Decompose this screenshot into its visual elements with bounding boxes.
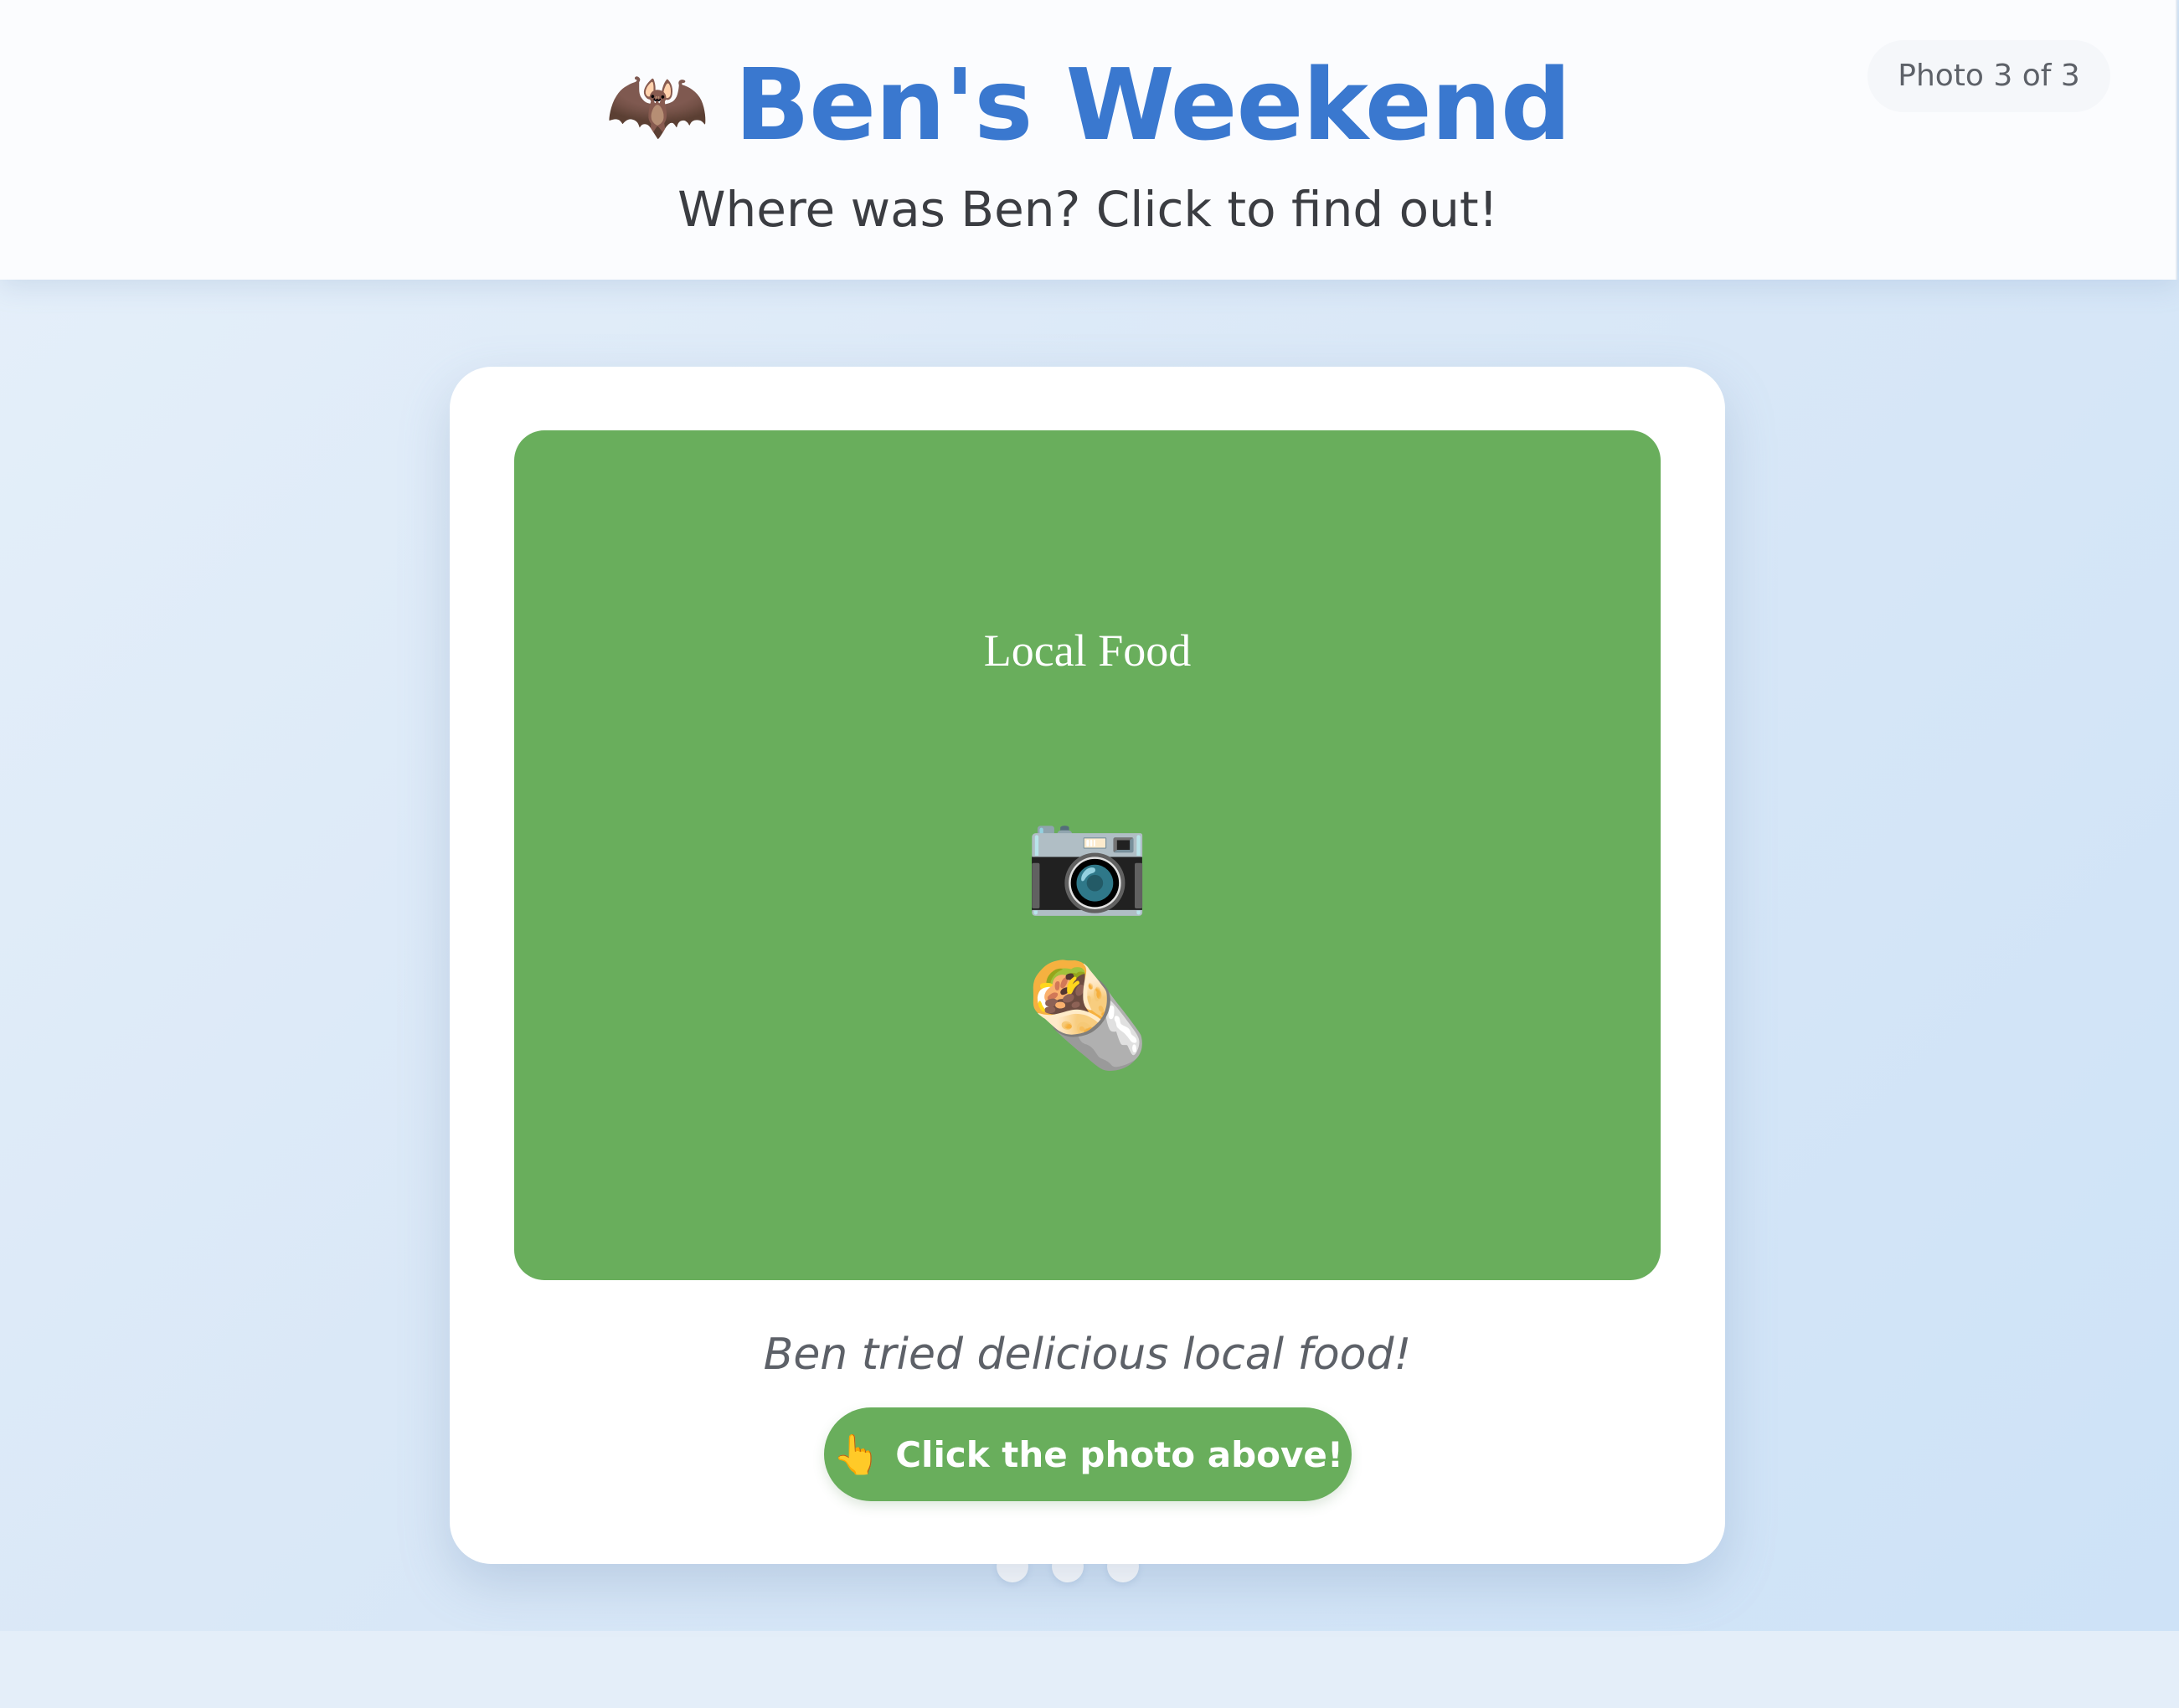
- click-photo-button[interactable]: 👆 Click the photo above!: [824, 1407, 1352, 1501]
- page-subtitle: Where was Ben? Click to find out!: [677, 181, 1498, 238]
- photo-frame[interactable]: Local Food 📷 🌯: [514, 430, 1661, 1280]
- camera-icon: 📷: [1024, 803, 1151, 919]
- footer-band: [0, 1631, 2179, 1708]
- bat-icon: 🦇: [605, 55, 710, 153]
- pointing-hand-icon: 👆: [832, 1431, 881, 1477]
- burrito-icon: 🌯: [1024, 958, 1151, 1074]
- page-title: Ben's Weekend: [734, 47, 1571, 162]
- photo-title: Local Food: [983, 625, 1192, 676]
- photo-card: Local Food 📷 🌯 Ben tried delicious local…: [450, 367, 1725, 1564]
- photo-counter-badge: Photo 3 of 3: [1867, 40, 2110, 112]
- page-header: 🦇 Ben's Weekend Where was Ben? Click to …: [0, 0, 2177, 280]
- click-photo-button-label: Click the photo above!: [895, 1433, 1344, 1475]
- title-row: 🦇 Ben's Weekend: [0, 42, 2176, 167]
- photo-caption: Ben tried delicious local food!: [763, 1330, 1412, 1380]
